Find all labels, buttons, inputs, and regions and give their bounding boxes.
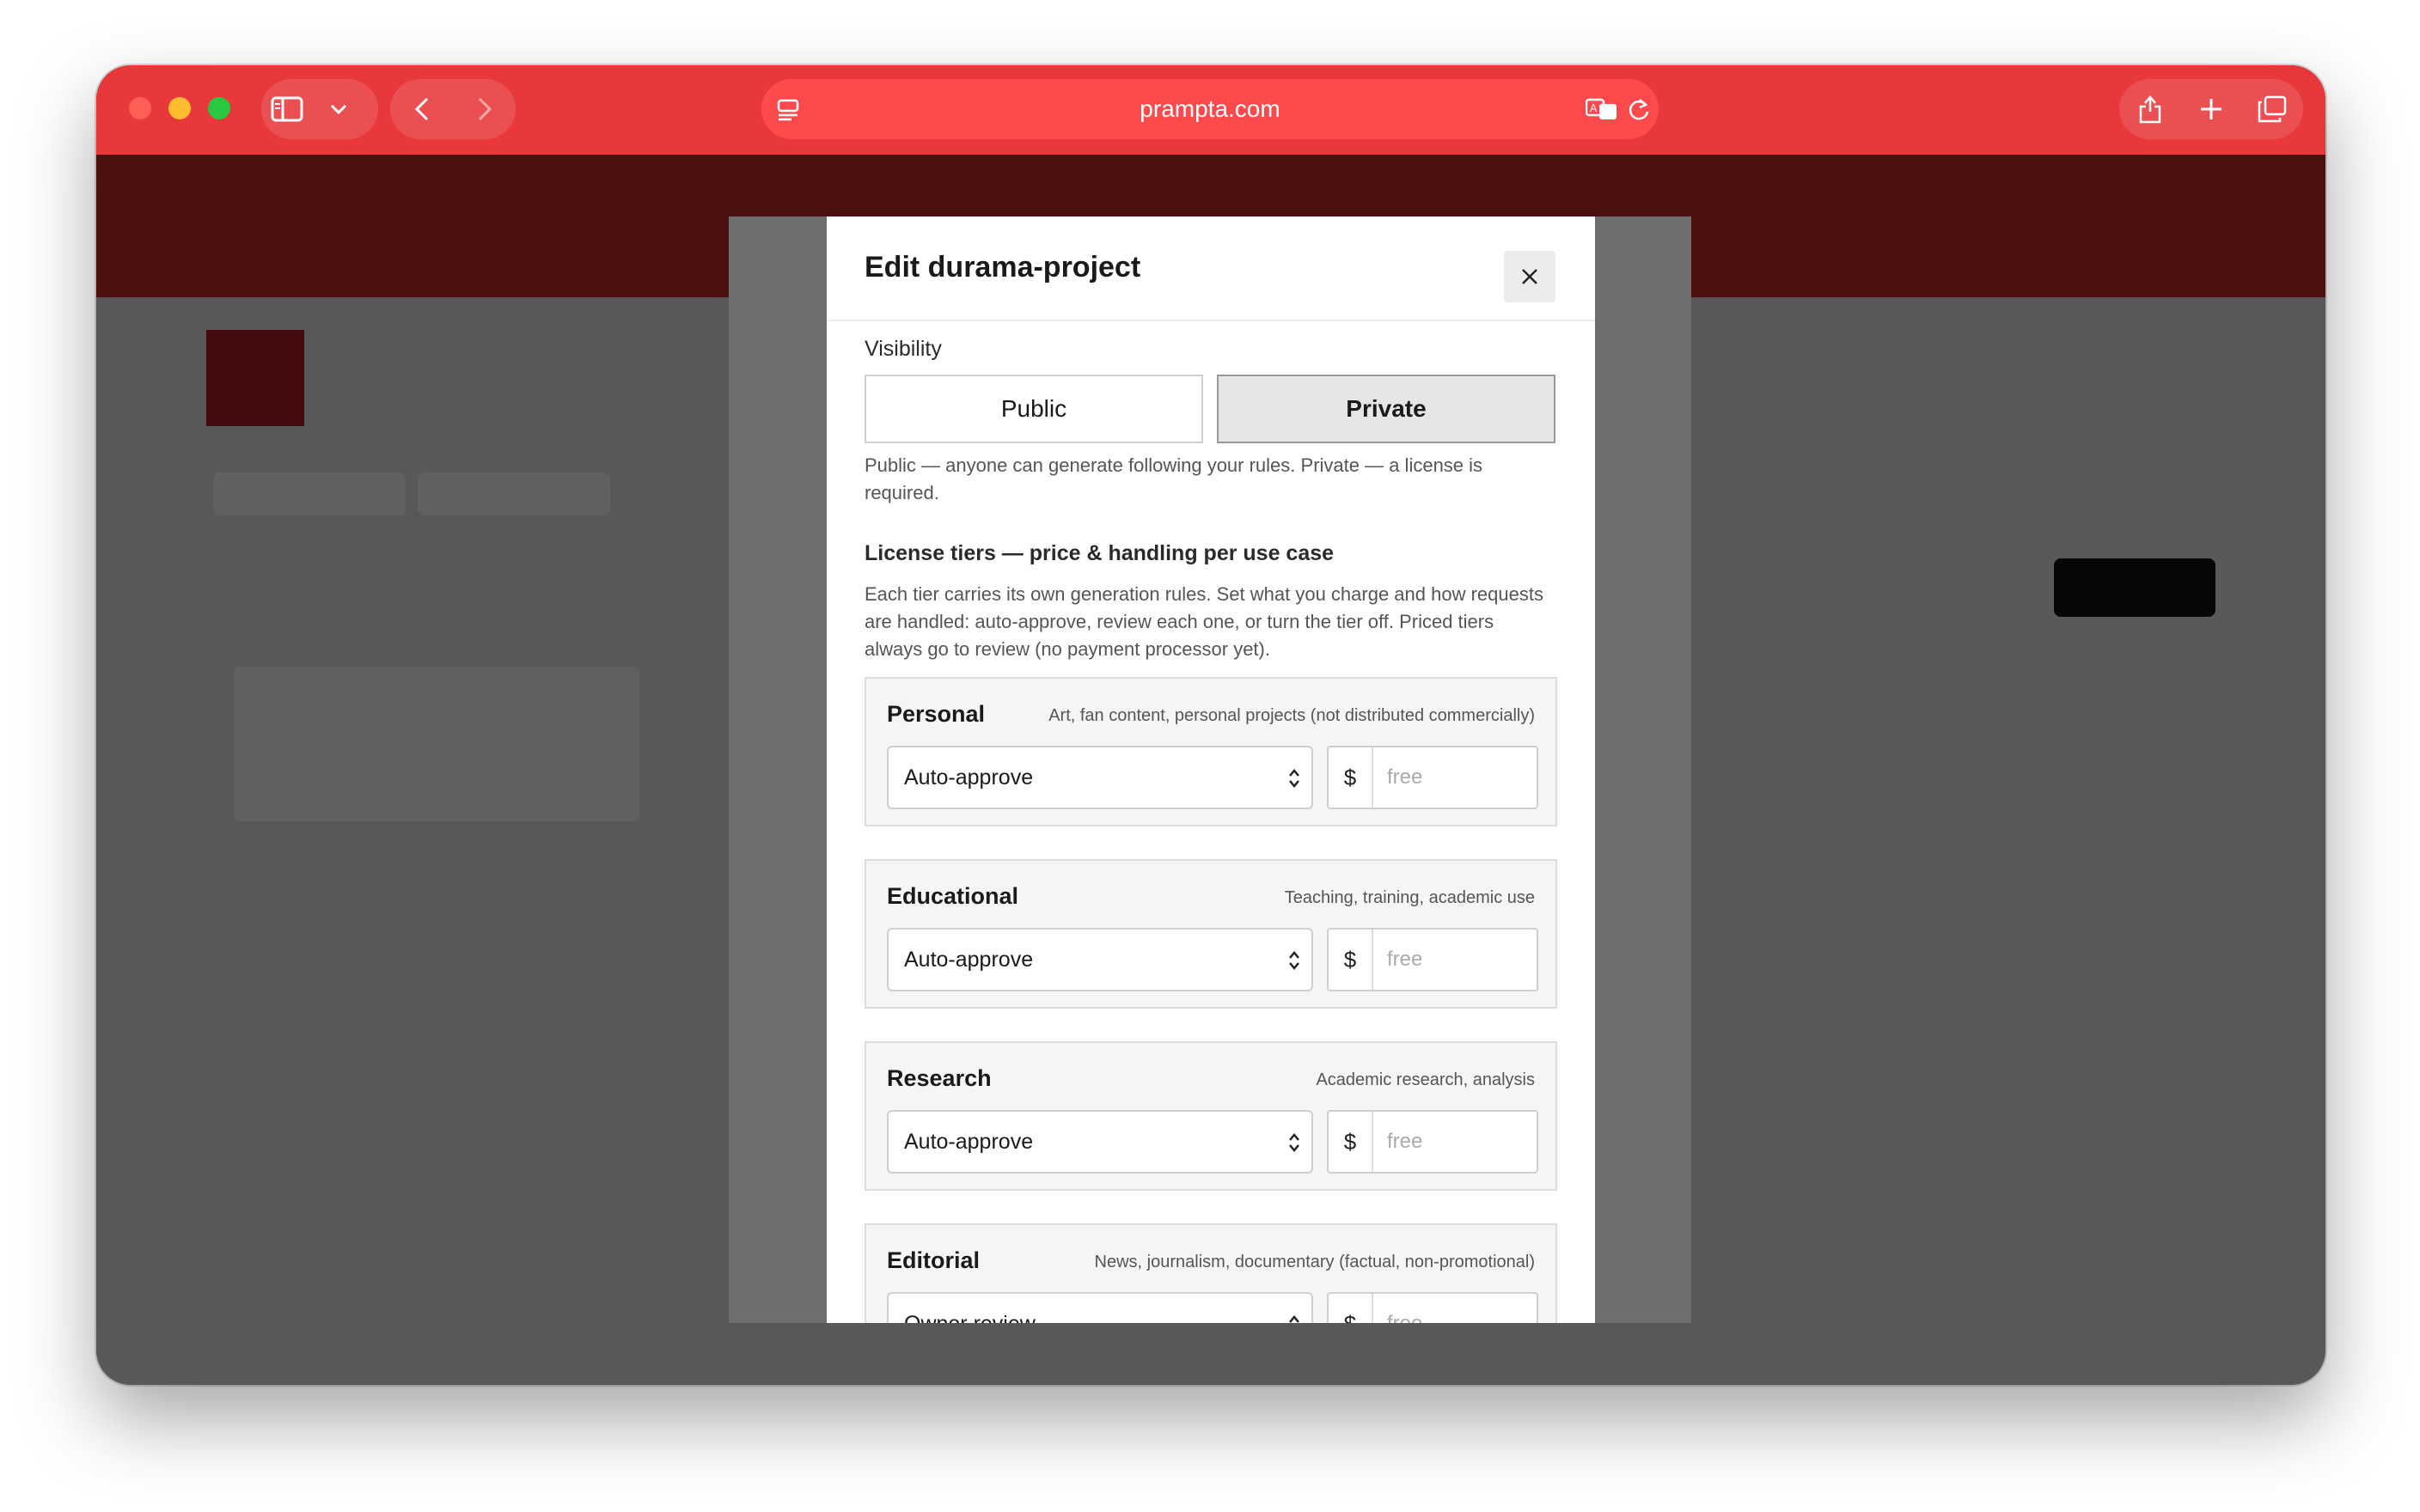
tier-handling-select[interactable]: Auto-approve: [887, 928, 1313, 991]
tier-handling-select[interactable]: Owner review: [887, 1292, 1313, 1323]
tier-name: Editorial: [887, 1247, 981, 1273]
tier-price-field[interactable]: $ free: [1327, 928, 1538, 991]
background-card: [234, 667, 639, 821]
tier-name: Personal: [887, 701, 986, 727]
price-input[interactable]: free: [1387, 1294, 1422, 1323]
visibility-private-button[interactable]: Private: [1217, 375, 1555, 443]
select-chevron-icon: [1286, 1309, 1303, 1323]
tier-description: Teaching, training, academic use: [1284, 888, 1535, 907]
close-window-button[interactable]: [129, 97, 151, 119]
background-tab: [418, 472, 610, 515]
zoom-window-button[interactable]: [208, 97, 230, 119]
select-chevron-icon: [1286, 1127, 1303, 1158]
background-tab: [213, 472, 406, 515]
tier-price-field[interactable]: $ free: [1327, 1110, 1538, 1174]
tier-name: Educational: [887, 883, 1019, 909]
tier-research: Research Academic research, analysis Aut…: [865, 1041, 1557, 1191]
back-icon[interactable]: [390, 79, 453, 139]
tier-name: Research: [887, 1065, 992, 1091]
tier-handling-select[interactable]: Auto-approve: [887, 746, 1313, 809]
currency-symbol: $: [1329, 1112, 1373, 1172]
select-chevron-icon: [1286, 763, 1303, 794]
select-chevron-icon: [1286, 945, 1303, 976]
close-button[interactable]: [1504, 251, 1555, 302]
edit-project-modal: Edit durama-project Visibility Public Pr…: [827, 216, 1595, 1323]
navigation-group: [390, 79, 516, 139]
new-tab-icon[interactable]: [2180, 79, 2241, 139]
license-tiers-heading: License tiers — price & handling per use…: [865, 541, 1335, 565]
tier-description: Academic research, analysis: [1316, 1070, 1535, 1089]
minimize-window-button[interactable]: [168, 97, 191, 119]
currency-symbol: $: [1329, 930, 1373, 990]
price-input[interactable]: free: [1387, 930, 1422, 990]
visibility-help-text: Public — anyone can generate following y…: [865, 454, 1483, 503]
price-input[interactable]: free: [1387, 1112, 1422, 1172]
share-icon[interactable]: [2119, 79, 2180, 139]
address-bar[interactable]: prampta.com A: [761, 79, 1659, 139]
tier-description: News, journalism, documentary (factual, …: [1094, 1253, 1535, 1271]
window-actions-group: [2119, 79, 2303, 139]
tier-handling-value: Auto-approve: [904, 1130, 1034, 1154]
close-icon: [1522, 269, 1537, 284]
sidebar-toggle-group: [261, 79, 378, 139]
tier-price-field[interactable]: $ free: [1327, 1292, 1538, 1323]
tier-handling-value: Auto-approve: [904, 948, 1034, 972]
tab-overview-icon[interactable]: [2241, 79, 2302, 139]
currency-symbol: $: [1329, 1294, 1373, 1323]
svg-text:A: A: [1590, 102, 1598, 114]
modal-header: Edit durama-project: [827, 216, 1595, 321]
tier-handling-select[interactable]: Auto-approve: [887, 1110, 1313, 1174]
url-text: prampta.com: [1140, 95, 1280, 122]
tier-price-field[interactable]: $ free: [1327, 746, 1538, 809]
tier-handling-value: Owner review: [904, 1312, 1036, 1323]
tier-description: Art, fan content, personal projects (not…: [1048, 706, 1535, 725]
modal-title: Edit durama-project: [865, 251, 1141, 284]
forward-icon[interactable]: [453, 79, 516, 139]
price-input[interactable]: free: [1387, 747, 1422, 808]
visibility-public-button[interactable]: Public: [865, 375, 1203, 443]
browser-toolbar: prampta.com A: [96, 65, 2325, 155]
tier-personal: Personal Art, fan content, personal proj…: [865, 677, 1557, 826]
tier-handling-value: Auto-approve: [904, 765, 1034, 790]
translate-icon[interactable]: A: [1585, 94, 1619, 124]
currency-symbol: $: [1329, 747, 1373, 808]
sidebar-icon[interactable]: [261, 79, 313, 139]
reload-icon[interactable]: [1624, 94, 1653, 124]
tier-educational: Educational Teaching, training, academic…: [865, 859, 1557, 1009]
license-tiers-help-text: Each tier carries its own generation rul…: [865, 583, 1543, 660]
chevron-down-icon[interactable]: [313, 79, 364, 139]
tier-editorial: Editorial News, journalism, documentary …: [865, 1223, 1557, 1323]
visibility-label: Visibility: [865, 337, 942, 361]
